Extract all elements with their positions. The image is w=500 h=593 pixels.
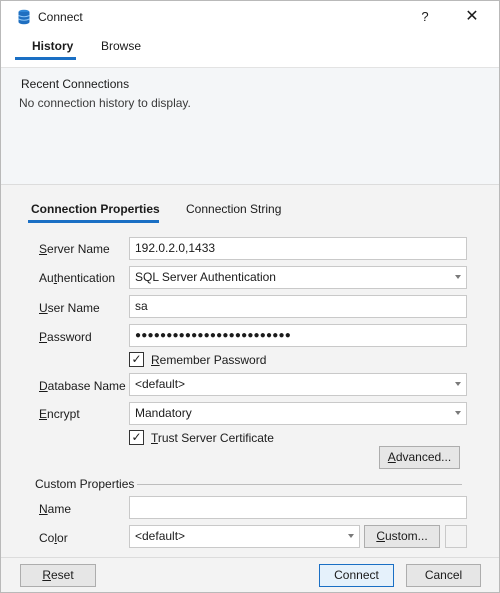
- active-tab-indicator: [15, 57, 76, 60]
- authentication-label: Authentication: [39, 271, 116, 285]
- custom-name-input[interactable]: [129, 496, 467, 519]
- active-props-tab-indicator: [28, 220, 159, 223]
- server-name-label: Server Name: [39, 242, 110, 256]
- custom-properties-heading: Custom Properties: [35, 477, 135, 491]
- chevron-down-icon: [455, 275, 461, 279]
- encrypt-label: Encrypt: [39, 407, 80, 421]
- color-value: <default>: [135, 529, 186, 543]
- recent-connections-heading: Recent Connections: [21, 77, 130, 91]
- top-tab-bar: History Browse: [1, 33, 499, 67]
- history-panel: Recent Connections No connection history…: [1, 67, 499, 184]
- connect-dialog: Connect ? ✕ History Browse Recent Connec…: [0, 0, 500, 593]
- custom-color-button[interactable]: Custom...: [364, 525, 440, 548]
- connect-button[interactable]: Connect: [319, 564, 394, 587]
- tab-browse[interactable]: Browse: [101, 39, 141, 63]
- connection-properties-panel: Connection Properties Connection String …: [1, 184, 499, 557]
- authentication-select[interactable]: SQL Server Authentication: [129, 266, 467, 289]
- window-title: Connect: [38, 10, 83, 24]
- database-name-select[interactable]: <default>: [129, 373, 467, 396]
- help-button[interactable]: ?: [409, 4, 441, 30]
- encrypt-select[interactable]: Mandatory: [129, 402, 467, 425]
- server-name-input[interactable]: 192.0.2.0,1433: [129, 237, 467, 260]
- trust-server-certificate-label[interactable]: Trust Server Certificate: [151, 431, 274, 445]
- close-button[interactable]: ✕: [456, 4, 488, 30]
- cancel-button[interactable]: Cancel: [406, 564, 481, 587]
- authentication-value: SQL Server Authentication: [135, 270, 276, 284]
- password-input[interactable]: ●●●●●●●●●●●●●●●●●●●●●●●●●: [129, 324, 467, 347]
- chevron-down-icon: [455, 382, 461, 386]
- chevron-down-icon: [455, 411, 461, 415]
- reset-button[interactable]: Reset: [20, 564, 96, 587]
- history-empty-message: No connection history to display.: [19, 96, 191, 110]
- dialog-footer: Reset Connect Cancel: [1, 557, 499, 592]
- password-label: Password: [39, 330, 92, 344]
- tab-connection-string[interactable]: Connection String: [186, 202, 281, 226]
- trust-server-certificate-checkbox[interactable]: ✓: [129, 430, 144, 445]
- remember-password-label[interactable]: Remember Password: [151, 353, 266, 367]
- color-label: Color: [39, 531, 68, 545]
- color-select[interactable]: <default>: [129, 525, 360, 548]
- chevron-down-icon: [348, 534, 354, 538]
- advanced-button[interactable]: Advanced...: [379, 446, 460, 469]
- section-divider: [137, 484, 462, 485]
- user-name-input[interactable]: sa: [129, 295, 467, 318]
- user-name-label: User Name: [39, 301, 100, 315]
- encrypt-value: Mandatory: [135, 406, 192, 420]
- database-name-label: Database Name: [39, 379, 126, 393]
- title-bar: Connect ? ✕: [1, 1, 499, 33]
- database-icon: [18, 9, 30, 25]
- color-swatch: [445, 525, 467, 548]
- remember-password-checkbox[interactable]: ✓: [129, 352, 144, 367]
- database-name-value: <default>: [135, 377, 186, 391]
- custom-name-label: Name: [39, 502, 72, 516]
